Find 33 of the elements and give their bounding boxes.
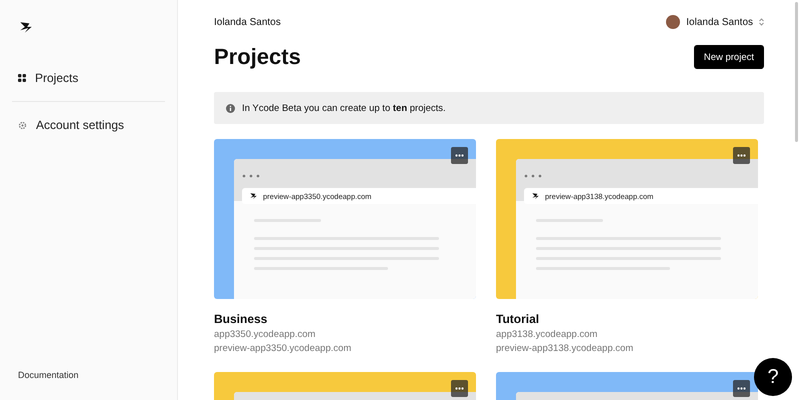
window-dots-icon	[524, 174, 544, 178]
info-icon	[226, 104, 235, 112]
more-button[interactable]	[451, 380, 468, 397]
more-button[interactable]	[733, 147, 750, 164]
workspace-name: Iolanda Santos	[214, 16, 281, 28]
project-url[interactable]: app3138.ycodeapp.com	[496, 329, 758, 340]
sort-caret-icon	[759, 18, 764, 26]
page-title: Projects	[214, 44, 301, 70]
project-preview-url[interactable]: preview-app3138.ycodeapp.com	[496, 343, 758, 354]
new-project-button[interactable]: New project	[694, 45, 764, 69]
scrollbar[interactable]	[795, 2, 798, 142]
logo-icon	[249, 192, 258, 200]
grid-icon	[18, 74, 26, 82]
project-preview-url[interactable]: preview-app3350.ycodeapp.com	[214, 343, 476, 354]
more-icon	[737, 154, 746, 157]
project-name[interactable]: Tutorial	[496, 312, 758, 326]
user-menu[interactable]: Iolanda Santos	[666, 15, 764, 29]
help-button[interactable]: ?	[754, 358, 792, 396]
sidebar-item[interactable]: Projects	[12, 56, 165, 100]
sidebar-item[interactable]: Account settings	[12, 103, 165, 147]
project-name[interactable]: Business	[214, 312, 476, 326]
more-button[interactable]	[733, 380, 750, 397]
settings-icon	[18, 120, 27, 130]
window-dots-icon	[242, 174, 262, 178]
more-icon	[737, 387, 746, 390]
more-icon	[455, 154, 464, 157]
info-text: In Ycode Beta you can create up to ten projects.	[242, 102, 446, 114]
avatar-icon	[666, 15, 680, 29]
logo-icon	[531, 192, 540, 200]
more-button[interactable]	[451, 147, 468, 164]
more-icon	[455, 387, 464, 390]
documentation-link[interactable]: Documentation	[12, 370, 165, 380]
project-url[interactable]: app3350.ycodeapp.com	[214, 329, 476, 340]
